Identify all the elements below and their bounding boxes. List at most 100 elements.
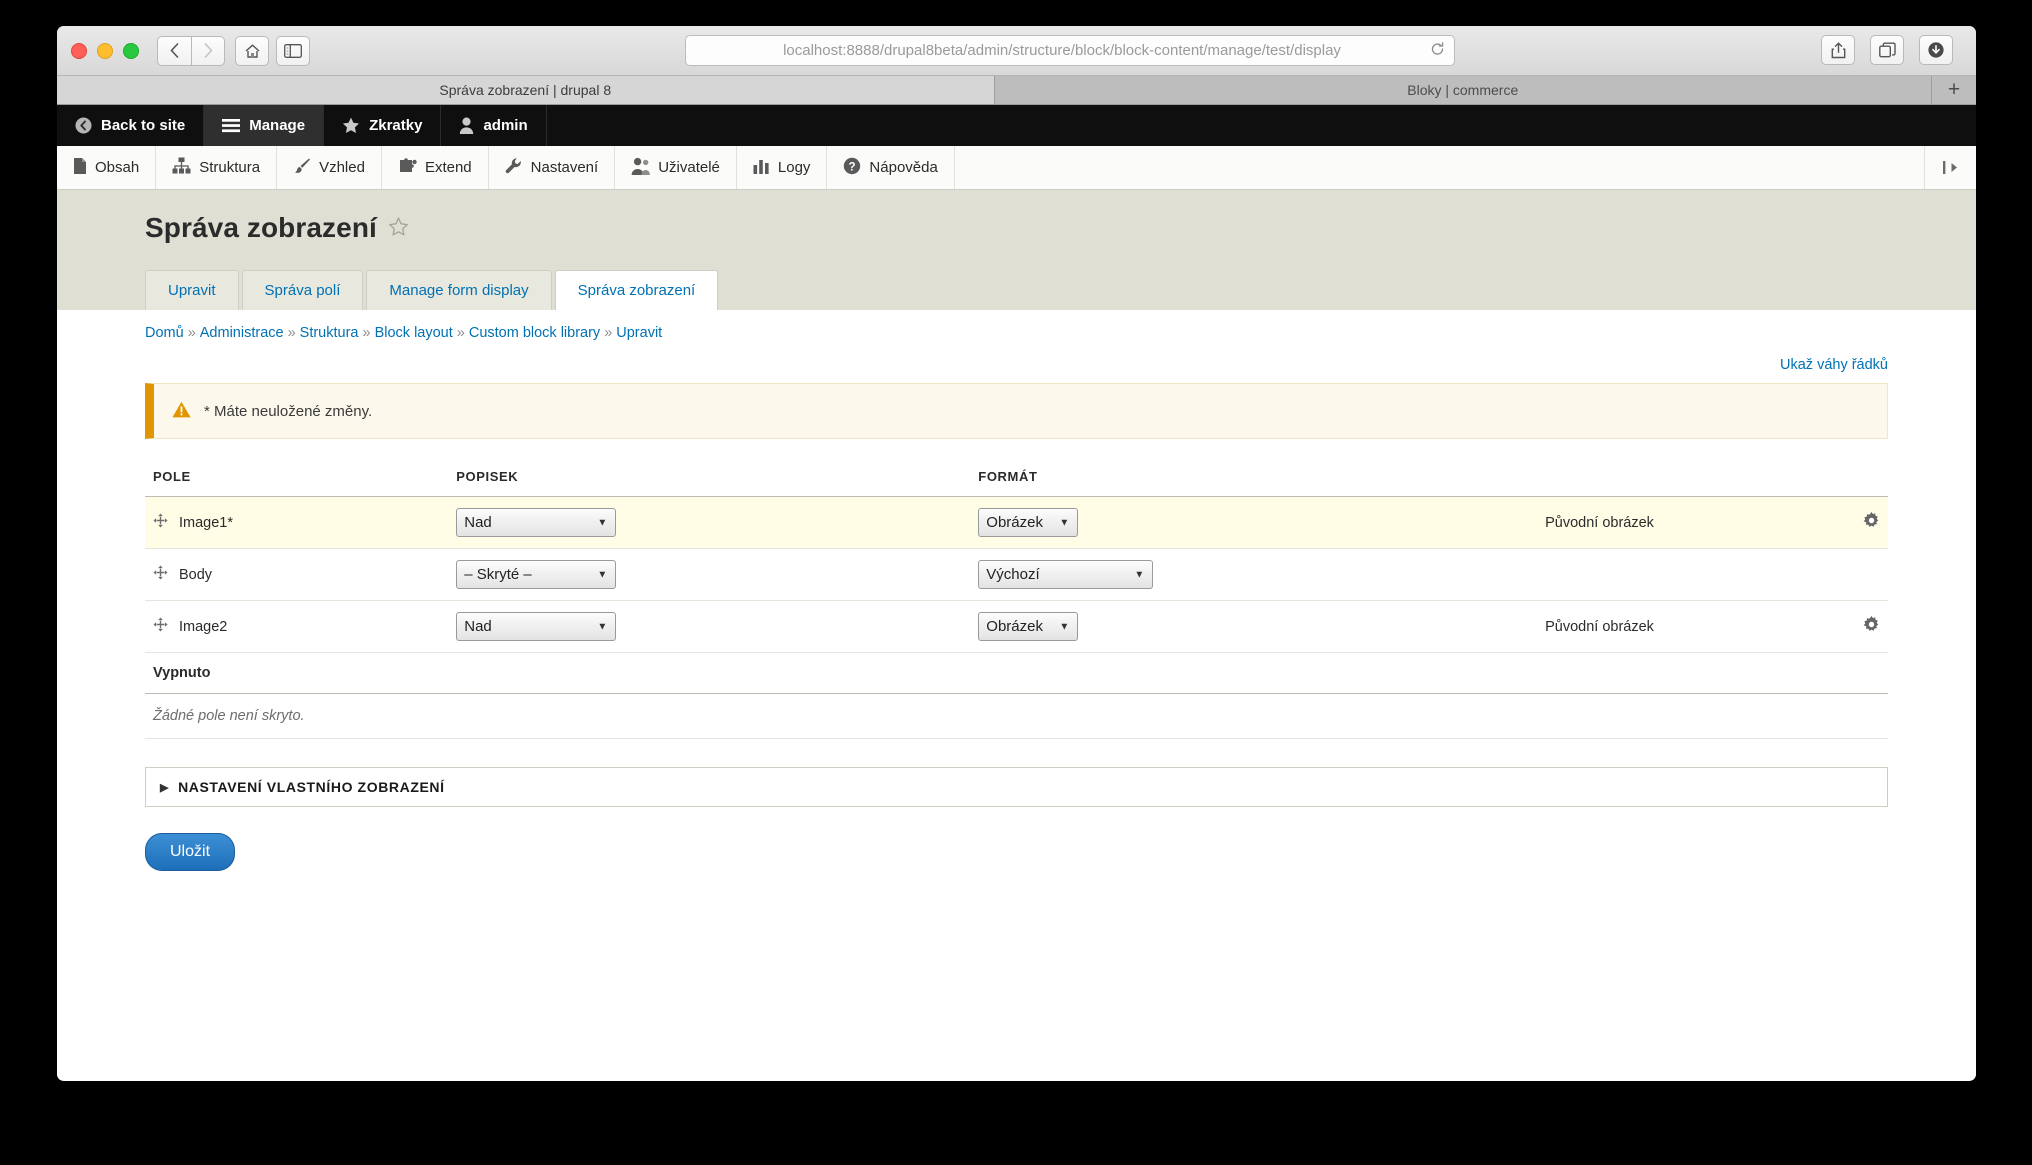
unsaved-changes-text: * Máte neuložené změny. — [204, 402, 373, 420]
star-outline-icon[interactable] — [388, 212, 409, 244]
share-icon[interactable] — [1821, 35, 1855, 65]
toolbar-item-manage[interactable]: Manage — [204, 105, 325, 146]
table-row: Image2 Nad ▼ Obrázek ▼ Původní obrázek — [145, 600, 1888, 653]
row-format-cell-image1: Obrázek ▼ — [970, 496, 1538, 549]
toolbar-label-admin: admin — [483, 117, 528, 134]
minimize-window-button[interactable] — [97, 42, 113, 59]
tab-upravit[interactable]: Upravit — [145, 270, 239, 310]
show-row-weights-link[interactable]: Ukaž váhy řádků — [1780, 357, 1888, 373]
save-button[interactable]: Uložit — [145, 833, 236, 871]
menu-item-obsah[interactable]: Obsah — [57, 146, 157, 189]
drag-handle-icon[interactable] — [153, 617, 168, 636]
browser-right-tools — [1821, 35, 1960, 65]
svg-text:?: ? — [849, 161, 856, 173]
address-bar[interactable]: localhost:8888/drupal8beta/admin/structu… — [685, 35, 1455, 66]
browser-tab-2[interactable]: Bloky | commerce — [994, 76, 1932, 104]
toolbar-item-zkratky[interactable]: Zkratky — [324, 105, 442, 146]
label-select-image2[interactable]: Nad — [456, 612, 617, 641]
toolbar-label-manage: Manage — [249, 117, 306, 134]
reload-icon[interactable] — [1430, 41, 1445, 60]
desktop-background: localhost:8888/drupal8beta/admin/structu… — [0, 0, 2032, 1165]
col-header-format: FORMÁT — [970, 461, 1538, 497]
maximize-window-button[interactable] — [123, 42, 139, 59]
row-settings-cell-body — [1855, 548, 1888, 601]
toolbar-item-back-to-site[interactable]: Back to site — [57, 105, 205, 146]
row-field-label: Image2 — [179, 618, 228, 635]
puzzle-icon — [398, 157, 417, 178]
row-label-cell-image2: Nad ▼ — [448, 600, 971, 653]
home-button[interactable] — [235, 35, 269, 66]
toolbar-collapse-icon[interactable] — [1924, 146, 1976, 189]
custom-display-settings-label: NASTAVENÍ VLASTNÍHO ZOBRAZENÍ — [178, 779, 445, 795]
gear-icon[interactable] — [1863, 615, 1880, 637]
drupal-menu-bar: Obsah Struktura Vzhled Extend Nastavení … — [57, 146, 1976, 190]
breadcrumb-item-4[interactable]: Custom block library — [469, 325, 600, 341]
tab-manage-form-display-label: Manage form display — [389, 282, 529, 299]
menu-label-nastaveni: Nastavení — [530, 159, 599, 176]
row-summary-image2: Původní obrázek — [1537, 600, 1855, 653]
col-header-settings — [1855, 461, 1888, 497]
triangle-right-icon: ▶ — [160, 781, 170, 794]
table-head: POLE POPISEK FORMÁT — [145, 461, 1888, 497]
col-header-pole: POLE — [145, 461, 449, 497]
gear-icon[interactable] — [1863, 511, 1880, 533]
breadcrumb-sep-1: » — [287, 325, 296, 341]
forward-button[interactable] — [191, 35, 225, 66]
custom-display-settings-toggle[interactable]: ▶ NASTAVENÍ VLASTNÍHO ZOBRAZENÍ — [145, 767, 1888, 807]
tab-manage-form-display[interactable]: Manage form display — [366, 270, 552, 310]
drag-handle-icon[interactable] — [153, 565, 168, 584]
row-field-cell-image2: Image2 — [145, 600, 449, 653]
back-button[interactable] — [157, 35, 191, 66]
toolbar-item-admin[interactable]: admin — [441, 105, 547, 146]
browser-tab-bar: Správa zobrazení | drupal 8 Bloky | comm… — [57, 76, 1976, 105]
downloads-icon[interactable] — [1919, 35, 1953, 65]
close-window-button[interactable] — [71, 42, 87, 59]
menu-label-vzhled: Vzhled — [319, 159, 365, 176]
label-select-body[interactable]: – Skryté – — [456, 560, 617, 589]
page-header-region: Správa zobrazení Upravit Správa polí Man… — [57, 190, 1976, 310]
breadcrumb-item-3[interactable]: Block layout — [375, 325, 453, 341]
menu-item-napoveda[interactable]: ? Nápověda — [827, 146, 955, 189]
tab-upravit-label: Upravit — [168, 282, 216, 299]
file-icon — [73, 157, 87, 179]
disabled-empty-text: Žádné pole není skryto. — [145, 694, 1888, 739]
drag-handle-icon[interactable] — [153, 513, 168, 532]
format-select-image2[interactable]: Obrázek — [978, 612, 1079, 641]
breadcrumb-item-5[interactable]: Upravit — [616, 325, 662, 341]
breadcrumb-item-0[interactable]: Domů — [145, 325, 184, 341]
label-select-image1[interactable]: Nad — [456, 508, 617, 537]
menu-label-uzivatele: Uživatelé — [658, 159, 720, 176]
tab-sprava-poli[interactable]: Správa polí — [241, 270, 364, 310]
row-settings-cell-image2 — [1855, 600, 1888, 653]
menu-item-uzivatele[interactable]: Uživatelé — [615, 146, 737, 189]
row-summary-body — [1537, 548, 1855, 601]
field-display-table: POLE POPISEK FORMÁT Image1* Nad ▼ Obráze… — [145, 461, 1888, 653]
menu-item-struktura[interactable]: Struktura — [156, 146, 278, 189]
new-tab-button[interactable]: + — [1932, 76, 1976, 104]
page-title: Správa zobrazení — [145, 212, 1888, 244]
browser-tab-1[interactable]: Správa zobrazení | drupal 8 — [57, 76, 995, 104]
breadcrumb-sep-3: » — [456, 325, 465, 341]
row-label-cell-body: – Skryté – ▼ — [448, 548, 971, 601]
toolbar-label-zkratky: Zkratky — [369, 117, 423, 134]
breadcrumb-item-2[interactable]: Struktura — [300, 325, 359, 341]
breadcrumb-item-1[interactable]: Administrace — [200, 325, 284, 341]
sidebar-toggle-button[interactable] — [276, 35, 310, 66]
sitemap-icon — [172, 157, 191, 178]
browser-tab-2-title: Bloky | commerce — [1407, 82, 1519, 98]
row-format-cell-body: Výchozí ▼ — [970, 548, 1538, 601]
menu-label-extend: Extend — [424, 159, 472, 176]
paintbrush-icon — [293, 157, 311, 179]
format-select-image1[interactable]: Obrázek — [978, 508, 1079, 537]
menu-item-extend[interactable]: Extend — [382, 146, 489, 189]
menu-item-logy[interactable]: Logy — [737, 146, 828, 189]
menu-label-obsah: Obsah — [95, 159, 140, 176]
menu-item-vzhled[interactable]: Vzhled — [277, 146, 382, 189]
tab-overview-icon[interactable] — [1870, 35, 1904, 65]
tab-sprava-zobrazeni-label: Správa zobrazení — [577, 282, 696, 299]
menu-label-struktura: Struktura — [199, 159, 261, 176]
menu-item-nastaveni[interactable]: Nastavení — [489, 146, 616, 189]
tab-sprava-zobrazeni[interactable]: Správa zobrazení — [554, 270, 719, 310]
format-select-body[interactable]: Výchozí — [978, 560, 1154, 589]
back-circle-icon — [75, 117, 92, 134]
